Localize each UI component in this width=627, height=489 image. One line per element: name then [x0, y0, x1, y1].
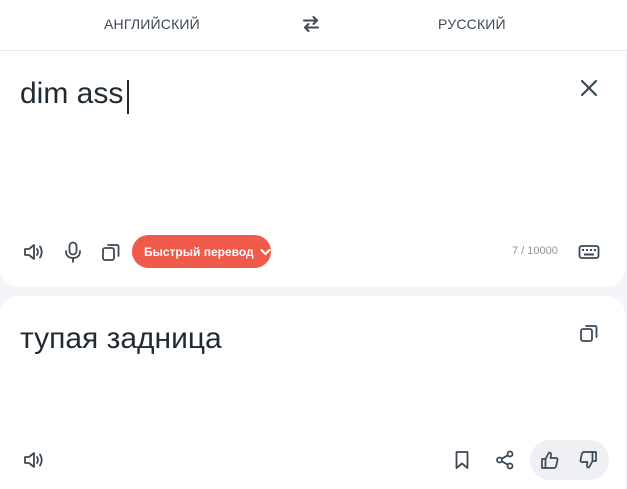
thumbs-up-button[interactable] [537, 447, 563, 473]
source-text-input[interactable]: dim ass [20, 77, 123, 111]
fast-translate-label: Быстрый перевод [144, 244, 254, 259]
chevron-down-icon [260, 248, 271, 255]
copy-icon [102, 244, 120, 261]
translation-text: тупая задница [20, 322, 222, 355]
character-counter: 7 / 10000 [512, 245, 558, 257]
close-icon [580, 79, 598, 97]
language-bar: АНГЛИЙСКИЙ РУССКИЙ [0, 0, 627, 50]
thumbs-up-icon [541, 451, 559, 469]
source-copy-button[interactable] [98, 239, 124, 265]
swap-arrows-icon [303, 16, 319, 32]
source-panel: dim ass Быстрый перевод 7 / 10000 [0, 51, 625, 287]
microphone-icon [65, 241, 81, 263]
speaker-icon [24, 452, 43, 468]
share-button[interactable] [492, 447, 518, 473]
voice-input-button[interactable] [60, 239, 86, 265]
keyboard-icon [578, 245, 600, 259]
clear-button[interactable] [577, 76, 601, 100]
speaker-icon [24, 244, 43, 260]
text-caret [127, 80, 129, 114]
virtual-keyboard-button[interactable] [576, 239, 602, 265]
bookmark-button[interactable] [449, 447, 475, 473]
bookmark-icon [455, 451, 469, 469]
translation-panel: тупая задница [0, 296, 625, 489]
translation-copy-button[interactable] [576, 320, 602, 346]
thumbs-down-button[interactable] [575, 447, 601, 473]
source-language-selector[interactable]: АНГЛИЙСКИЙ [104, 16, 200, 32]
feedback-group [530, 440, 609, 480]
fast-translate-button[interactable]: Быстрый перевод [132, 235, 271, 268]
swap-languages-button[interactable] [300, 13, 322, 35]
source-speak-button[interactable] [21, 239, 47, 265]
translation-speak-button[interactable] [21, 447, 47, 473]
copy-icon [580, 325, 598, 342]
target-language-selector[interactable]: РУССКИЙ [438, 16, 506, 32]
share-icon [496, 450, 514, 470]
thumbs-down-icon [579, 451, 597, 469]
